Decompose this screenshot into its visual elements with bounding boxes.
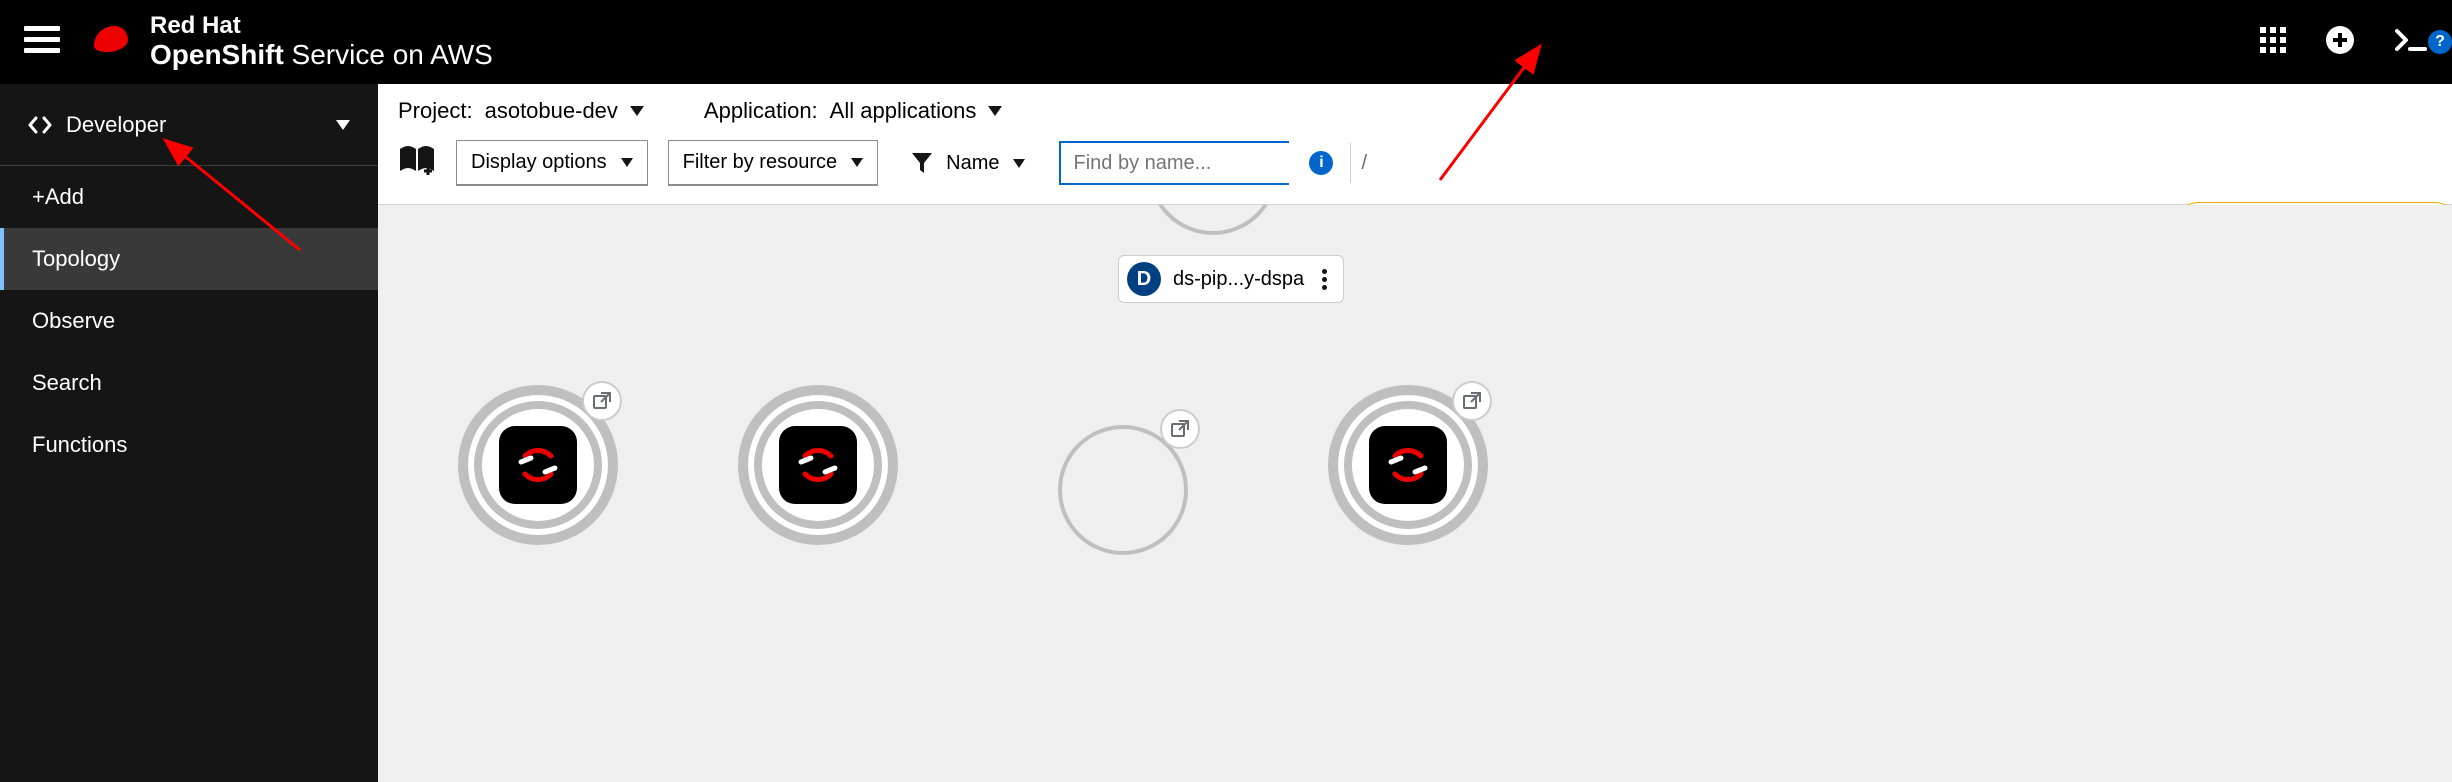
open-url-icon[interactable] — [1452, 381, 1492, 421]
topology-canvas[interactable]: D ds-pip...y-dspa — [378, 205, 2452, 782]
brand-logo: Red Hat OpenShift Service on AWS — [88, 13, 493, 70]
chevron-down-icon — [988, 106, 1002, 116]
project-selector[interactable]: Project: asotobue-dev — [398, 98, 644, 124]
chevron-down-icon — [1013, 159, 1025, 168]
sidebar-item-topology[interactable]: Topology — [0, 228, 378, 290]
find-by-name-field[interactable]: / — [1059, 141, 1289, 185]
brand-product-thin: Service on AWS — [284, 39, 493, 70]
main-content: ? Project: asotobue-dev Application: All… — [378, 84, 2452, 782]
display-options-dropdown[interactable]: Display options — [456, 140, 648, 186]
redhat-fedora-icon — [88, 22, 134, 62]
funnel-icon — [912, 153, 932, 173]
sidebar-item-label: Search — [32, 370, 102, 396]
deployment-badge: D — [1127, 262, 1161, 296]
hamburger-menu-icon[interactable] — [24, 26, 60, 59]
sidebar-item-functions[interactable]: Functions — [0, 414, 378, 476]
sidebar: Developer +Add Topology Observe Search F… — [0, 84, 378, 782]
topology-node[interactable] — [458, 385, 618, 545]
filter-resource-label: Filter by resource — [683, 151, 838, 174]
chevron-down-icon — [621, 158, 633, 167]
sidebar-item-label: +Add — [32, 184, 84, 210]
help-char: ? — [2435, 33, 2445, 51]
chevron-down-icon — [851, 158, 863, 167]
application-prefix: Application: — [704, 98, 818, 124]
open-url-icon[interactable] — [582, 381, 622, 421]
node-label-text: ds-pip...y-dspa — [1173, 268, 1304, 291]
web-terminal-icon[interactable] — [2394, 28, 2428, 57]
openshift-app-icon — [499, 426, 577, 504]
topology-node[interactable] — [738, 385, 898, 545]
catalog-icon[interactable] — [398, 145, 436, 181]
brand-vendor: Red Hat — [150, 13, 493, 39]
sidebar-item-search[interactable]: Search — [0, 352, 378, 414]
brand-product-bold: OpenShift — [150, 39, 284, 70]
find-by-name-input[interactable] — [1061, 143, 1350, 183]
project-prefix: Project: — [398, 98, 473, 124]
display-options-label: Display options — [471, 151, 607, 174]
sidebar-item-label: Functions — [32, 432, 127, 458]
info-char: i — [1319, 154, 1323, 172]
open-url-icon[interactable] — [1160, 409, 1200, 449]
sidebar-item-label: Observe — [32, 308, 115, 334]
node-outline — [1148, 205, 1278, 235]
quick-add-icon[interactable] — [2326, 26, 2354, 59]
application-value: All applications — [830, 98, 977, 124]
help-icon[interactable]: ? — [2428, 30, 2452, 54]
kebab-menu-icon[interactable] — [1316, 269, 1333, 290]
perspective-label: Developer — [66, 112, 166, 138]
openshift-app-icon — [779, 426, 857, 504]
sidebar-item-observe[interactable]: Observe — [0, 290, 378, 352]
chevron-down-icon — [336, 120, 350, 130]
slash-hint: / — [1350, 143, 1377, 183]
sidebar-item-label: Topology — [32, 246, 120, 272]
perspective-switcher[interactable]: Developer — [0, 84, 378, 166]
code-icon — [28, 115, 52, 135]
sidebar-item-add[interactable]: +Add — [0, 166, 378, 228]
chevron-down-icon — [630, 106, 644, 116]
topology-node[interactable] — [1328, 385, 1488, 545]
project-value: asotobue-dev — [485, 98, 618, 124]
application-selector[interactable]: Application: All applications — [704, 98, 1003, 124]
app-launcher-icon[interactable] — [2260, 27, 2286, 58]
node-label[interactable]: D ds-pip...y-dspa — [1118, 255, 1344, 303]
filter-resource-dropdown[interactable]: Filter by resource — [668, 140, 879, 186]
filter-mode-dropdown[interactable]: Name — [898, 142, 1039, 185]
filter-mode-label: Name — [946, 152, 999, 175]
openshift-app-icon — [1369, 426, 1447, 504]
